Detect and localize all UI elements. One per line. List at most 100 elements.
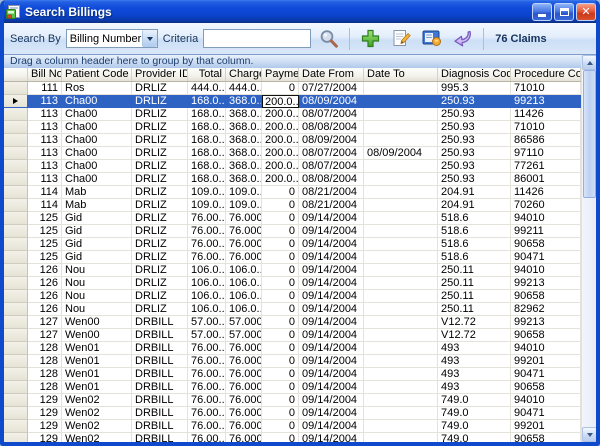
- cell-date-to[interactable]: [364, 251, 438, 264]
- cell-total[interactable]: 57.00...: [188, 316, 226, 329]
- cell-provider-id[interactable]: DRLIZ: [132, 277, 188, 290]
- row-selector[interactable]: [4, 212, 28, 225]
- cell-diagnosis-code[interactable]: 493: [438, 342, 511, 355]
- cell-charges[interactable]: 368.0...: [226, 121, 262, 134]
- cell-provider-id[interactable]: DRLIZ: [132, 290, 188, 303]
- cell-date-to[interactable]: 08/09/2004: [364, 147, 438, 160]
- cell-charges[interactable]: 76.0000: [226, 225, 262, 238]
- cell-total[interactable]: 76.00...: [188, 394, 226, 407]
- cell-bill-no[interactable]: 113: [28, 134, 62, 147]
- cell-diagnosis-code[interactable]: 749.0: [438, 420, 511, 433]
- cell-provider-id[interactable]: DRBILL: [132, 394, 188, 407]
- cell-payments[interactable]: 0: [262, 355, 299, 368]
- cell-charges[interactable]: 76.0000: [226, 407, 262, 420]
- cell-date-from[interactable]: 09/14/2004: [299, 381, 364, 394]
- cell-patient-code[interactable]: Cha00: [62, 147, 132, 160]
- cell-procedure-code[interactable]: 70260: [511, 199, 581, 212]
- cell-total[interactable]: 76.00...: [188, 225, 226, 238]
- edit-claim-button[interactable]: [388, 26, 414, 52]
- cell-total[interactable]: 444.0...: [188, 82, 226, 95]
- cell-bill-no[interactable]: 113: [28, 160, 62, 173]
- cell-provider-id[interactable]: DRLIZ: [132, 238, 188, 251]
- cell-provider-id[interactable]: DRLIZ: [132, 147, 188, 160]
- cell-patient-code[interactable]: Mab: [62, 186, 132, 199]
- cell-date-to[interactable]: [364, 186, 438, 199]
- cell-provider-id[interactable]: DRLIZ: [132, 225, 188, 238]
- cell-diagnosis-code[interactable]: 250.93: [438, 134, 511, 147]
- cell-procedure-code[interactable]: 90658: [511, 329, 581, 342]
- cell-date-to[interactable]: [364, 212, 438, 225]
- cell-bill-no[interactable]: 125: [28, 238, 62, 251]
- cell-date-to[interactable]: [364, 381, 438, 394]
- cell-patient-code[interactable]: Wen00: [62, 316, 132, 329]
- row-selector[interactable]: [4, 147, 28, 160]
- cell-diagnosis-code[interactable]: 749.0: [438, 394, 511, 407]
- cell-procedure-code[interactable]: 94010: [511, 264, 581, 277]
- cell-diagnosis-code[interactable]: 749.0: [438, 407, 511, 420]
- cell-payments[interactable]: 0: [262, 329, 299, 342]
- cell-bill-no[interactable]: 114: [28, 199, 62, 212]
- cell-date-from[interactable]: 09/14/2004: [299, 264, 364, 277]
- cell-procedure-code[interactable]: 77261: [511, 160, 581, 173]
- row-selector[interactable]: [4, 420, 28, 433]
- cell-provider-id[interactable]: DRBILL: [132, 407, 188, 420]
- cell-patient-code[interactable]: Wen02: [62, 433, 132, 442]
- cell-date-to[interactable]: [364, 342, 438, 355]
- cell-provider-id[interactable]: DRLIZ: [132, 160, 188, 173]
- cell-bill-no[interactable]: 125: [28, 251, 62, 264]
- cell-charges[interactable]: 368.0...: [226, 173, 262, 186]
- cell-total[interactable]: 76.00...: [188, 368, 226, 381]
- column-header-charges[interactable]: Charges: [226, 68, 262, 81]
- cell-total[interactable]: 76.00...: [188, 342, 226, 355]
- cell-charges[interactable]: 106.0...: [226, 303, 262, 316]
- cell-diagnosis-code[interactable]: 518.6: [438, 238, 511, 251]
- cell-patient-code[interactable]: Wen02: [62, 407, 132, 420]
- column-header-total[interactable]: Total: [188, 68, 226, 81]
- cell-date-to[interactable]: [364, 264, 438, 277]
- cell-diagnosis-code[interactable]: 518.6: [438, 212, 511, 225]
- cell-total[interactable]: 109.0...: [188, 199, 226, 212]
- cell-total[interactable]: 168.0...: [188, 108, 226, 121]
- cell-patient-code[interactable]: Ros: [62, 82, 132, 95]
- cell-patient-code[interactable]: Cha00: [62, 173, 132, 186]
- column-header-diagnosis-code[interactable]: Diagnosis Code: [438, 68, 511, 81]
- cell-bill-no[interactable]: 113: [28, 108, 62, 121]
- cell-date-from[interactable]: 09/14/2004: [299, 342, 364, 355]
- table-row[interactable]: 129Wen02DRBILL76.00...76.0000009/14/2004…: [4, 394, 581, 407]
- cell-patient-code[interactable]: Cha00: [62, 134, 132, 147]
- cell-date-from[interactable]: 08/07/2004: [299, 108, 364, 121]
- column-header-provider-id[interactable]: Provider ID: [132, 68, 188, 81]
- table-row[interactable]: 114MabDRLIZ109.0...109.0...008/21/200420…: [4, 186, 581, 199]
- cell-date-to[interactable]: [364, 407, 438, 420]
- cell-provider-id[interactable]: DRLIZ: [132, 121, 188, 134]
- cell-patient-code[interactable]: Cha00: [62, 108, 132, 121]
- cell-date-to[interactable]: [364, 420, 438, 433]
- minimize-button[interactable]: [532, 3, 552, 21]
- cell-provider-id[interactable]: DRBILL: [132, 355, 188, 368]
- cell-diagnosis-code[interactable]: 518.6: [438, 225, 511, 238]
- cell-bill-no[interactable]: 126: [28, 277, 62, 290]
- chevron-down-icon[interactable]: [142, 30, 157, 47]
- cell-total[interactable]: 76.00...: [188, 381, 226, 394]
- maximize-button[interactable]: [554, 3, 574, 21]
- cell-provider-id[interactable]: DRLIZ: [132, 82, 188, 95]
- cell-bill-no[interactable]: 125: [28, 225, 62, 238]
- cell-provider-id[interactable]: DRLIZ: [132, 212, 188, 225]
- cell-payments[interactable]: 0: [262, 264, 299, 277]
- cell-charges[interactable]: 368.0...: [226, 134, 262, 147]
- cell-diagnosis-code[interactable]: 749.0: [438, 433, 511, 442]
- cell-date-to[interactable]: [364, 316, 438, 329]
- cell-date-from[interactable]: 08/21/2004: [299, 186, 364, 199]
- cell-date-from[interactable]: 08/07/2004: [299, 147, 364, 160]
- cell-procedure-code[interactable]: 99213: [511, 277, 581, 290]
- cell-charges[interactable]: 109.0...: [226, 186, 262, 199]
- row-selector[interactable]: [4, 134, 28, 147]
- cell-charges[interactable]: 76.0000: [226, 251, 262, 264]
- cell-charges[interactable]: 368.0...: [226, 108, 262, 121]
- table-row[interactable]: 125GidDRLIZ76.00...76.0000009/14/2004518…: [4, 212, 581, 225]
- cell-bill-no[interactable]: 111: [28, 82, 62, 95]
- cell-date-from[interactable]: 09/14/2004: [299, 290, 364, 303]
- cell-patient-code[interactable]: Wen02: [62, 394, 132, 407]
- table-row[interactable]: 128Wen01DRBILL76.00...76.0000009/14/2004…: [4, 355, 581, 368]
- cell-diagnosis-code[interactable]: 250.93: [438, 108, 511, 121]
